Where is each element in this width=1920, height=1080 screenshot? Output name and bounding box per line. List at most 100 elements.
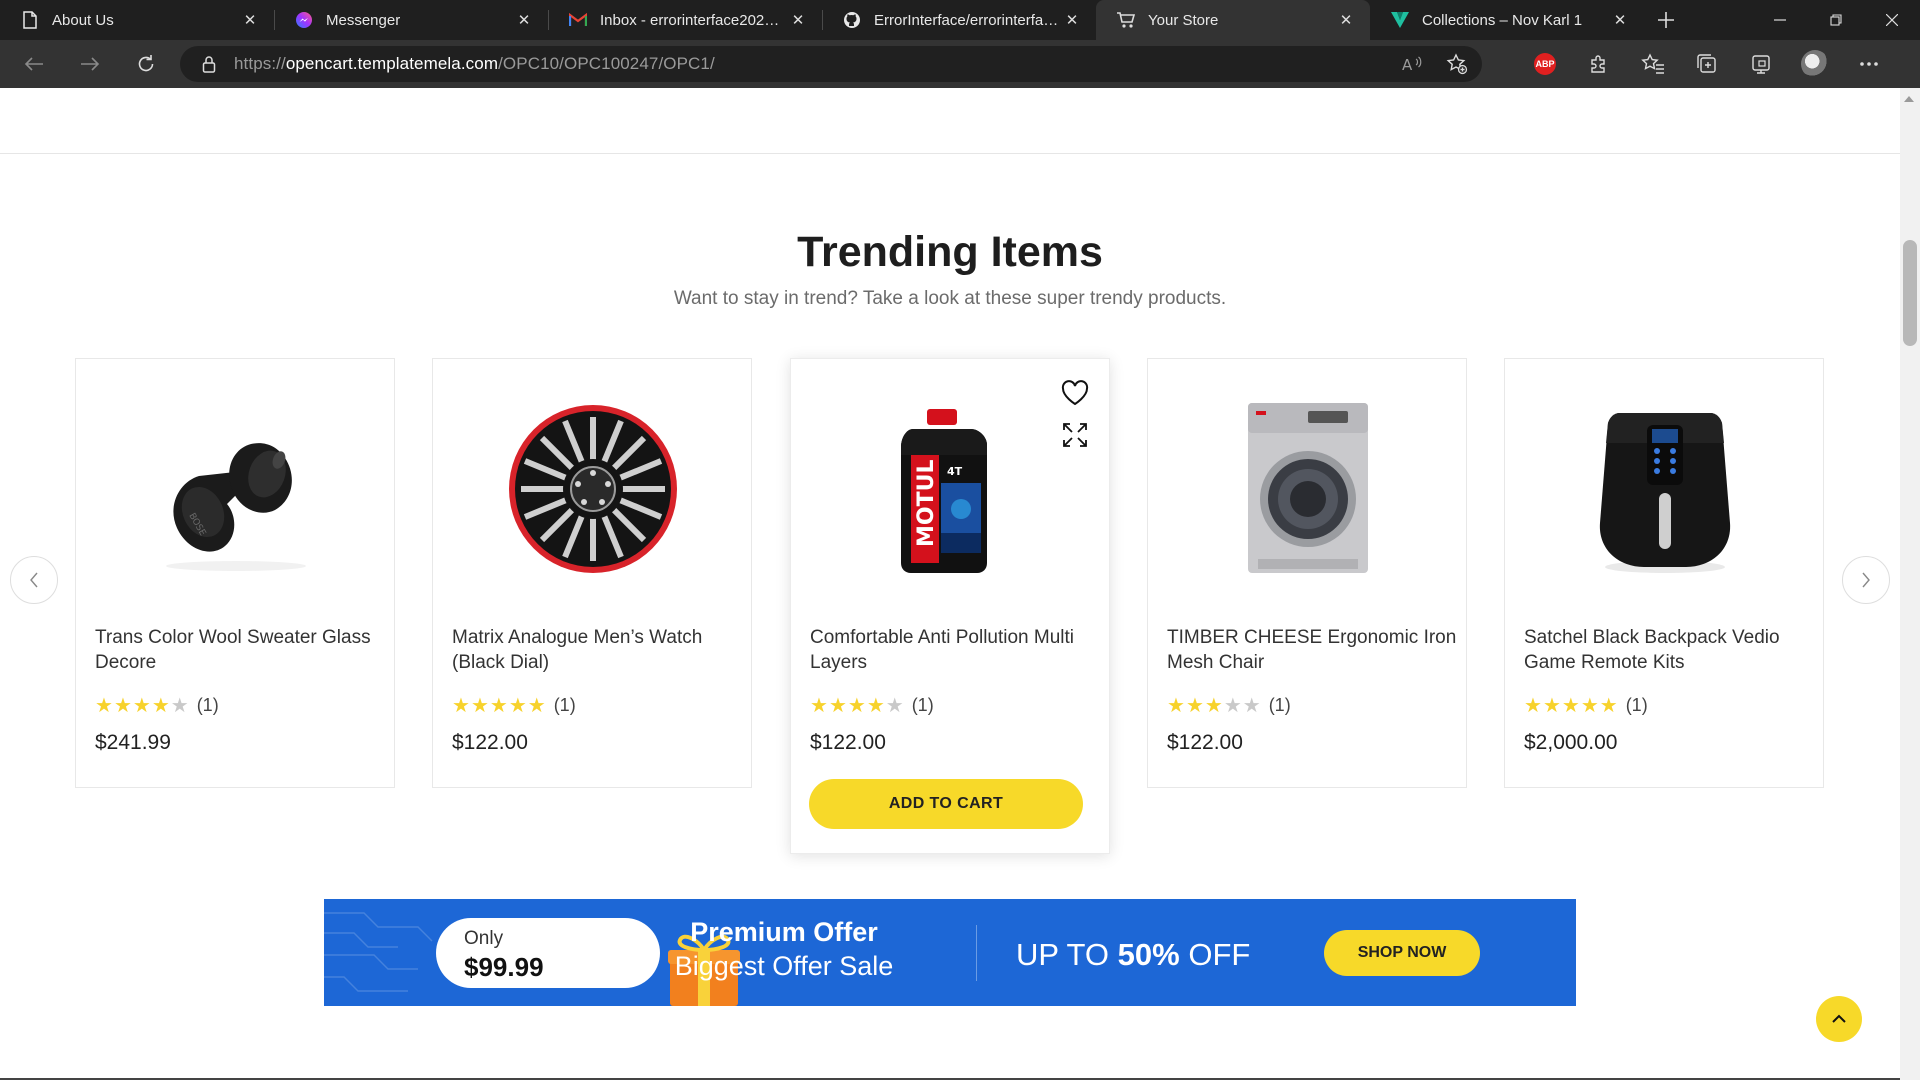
product-name[interactable]: Trans Color Wool Sweater Glass Decore xyxy=(95,625,385,675)
settings-menu-button[interactable] xyxy=(1842,40,1896,88)
close-icon[interactable]: ✕ xyxy=(1608,8,1632,32)
web-capture-icon xyxy=(1752,55,1770,74)
carousel-next-button[interactable] xyxy=(1842,556,1890,604)
star-filled-icon: ★ xyxy=(508,694,527,717)
favorites-button[interactable] xyxy=(1626,40,1680,88)
close-icon[interactable]: ✕ xyxy=(238,8,262,32)
collections-button[interactable] xyxy=(1680,40,1734,88)
toolbar-extensions: ABP xyxy=(1518,40,1896,88)
product-price: $241.99 xyxy=(95,731,171,754)
product-card[interactable]: BOSE Trans Color Wool Sweater Glass Deco… xyxy=(75,358,395,788)
review-count: (1) xyxy=(553,695,576,715)
tab-messenger[interactable]: Messenger ✕ xyxy=(274,0,548,40)
heart-icon[interactable] xyxy=(1059,377,1091,409)
carousel-prev-button[interactable] xyxy=(10,556,58,604)
close-icon[interactable]: ✕ xyxy=(1334,8,1358,32)
address-bar[interactable]: https://opencart.templatemela.com/OPC10/… xyxy=(180,46,1482,82)
star-empty-icon: ★ xyxy=(885,694,904,717)
extensions-button[interactable] xyxy=(1572,40,1626,88)
earbuds-image[interactable]: BOSE xyxy=(136,399,336,579)
back-button[interactable] xyxy=(14,44,54,84)
product-rating: ★ ★ ★ ★ ★ (1) xyxy=(1524,695,1648,716)
product-rating: ★ ★ ★ ★ ★ (1) xyxy=(1167,695,1291,716)
washing-machine-image[interactable] xyxy=(1208,399,1408,579)
review-count: (1) xyxy=(1268,695,1291,715)
close-icon[interactable]: ✕ xyxy=(1060,8,1084,32)
forward-button[interactable] xyxy=(70,44,110,84)
tab-title: Your Store xyxy=(1148,11,1219,29)
svg-text:4T: 4T xyxy=(947,465,963,478)
restore-icon xyxy=(1830,14,1842,26)
product-price: $2,000.00 xyxy=(1524,731,1618,754)
tab-title: Messenger xyxy=(326,11,401,29)
adblock-extension-button[interactable]: ABP xyxy=(1518,40,1572,88)
svg-text:A: A xyxy=(1402,56,1413,73)
minimize-icon xyxy=(1774,19,1786,21)
scrollbar-thumb[interactable] xyxy=(1903,240,1917,346)
price-pill: Only $99.99 xyxy=(436,918,740,1006)
product-price: $122.00 xyxy=(810,731,886,754)
shop-now-button[interactable]: SHOP NOW xyxy=(1324,930,1480,976)
chevron-left-icon xyxy=(30,572,38,588)
rating-stars: ★ ★ ★ ★ ★ xyxy=(452,696,546,716)
avatar xyxy=(1801,50,1829,78)
restore-button[interactable] xyxy=(1808,0,1864,40)
rating-stars: ★ ★ ★ ★ ★ xyxy=(95,696,189,716)
tab-your-store[interactable]: Your Store ✕ xyxy=(1096,0,1370,40)
expand-icon[interactable] xyxy=(1061,421,1089,449)
back-to-top-button[interactable] xyxy=(1816,996,1862,1042)
product-name[interactable]: Satchel Black Backpack Vedio Game Remote… xyxy=(1524,625,1814,675)
product-card[interactable]: Matrix Analogue Men’s Watch (Black Dial)… xyxy=(432,358,752,788)
screenshot-button[interactable] xyxy=(1734,40,1788,88)
lock-icon xyxy=(202,56,216,73)
tab-title: Collections – Nov Karl 1 xyxy=(1422,11,1583,29)
page-scrollbar[interactable] xyxy=(1900,88,1920,1080)
close-icon[interactable]: ✕ xyxy=(786,8,810,32)
star-filled-icon: ★ xyxy=(1542,694,1561,717)
favorites-icon xyxy=(1641,53,1664,74)
star-filled-icon: ★ xyxy=(847,694,866,717)
arrow-left-icon xyxy=(24,57,43,71)
rating-stars: ★ ★ ★ ★ ★ xyxy=(810,696,904,716)
minimize-button[interactable] xyxy=(1752,0,1808,40)
star-filled-icon: ★ xyxy=(95,694,113,717)
new-tab-button[interactable] xyxy=(1644,0,1688,40)
page-icon xyxy=(20,10,40,30)
tab-collections[interactable]: Collections – Nov Karl 1 ✕ xyxy=(1370,0,1644,40)
product-card[interactable]: TIMBER CHEESE Ergonomic Iron Mesh Chair … xyxy=(1147,358,1467,788)
add-to-cart-button[interactable]: ADD TO CART xyxy=(809,779,1083,829)
promo-banner[interactable]: Only $99.99 Premium Offer Biggest Offer … xyxy=(324,899,1576,1006)
close-window-button[interactable] xyxy=(1864,0,1920,40)
close-icon[interactable]: ✕ xyxy=(512,8,536,32)
chevron-up-icon xyxy=(1832,1014,1846,1023)
github-icon xyxy=(842,10,862,30)
adblock-icon: ABP xyxy=(1534,53,1556,75)
store-icon xyxy=(1116,10,1136,30)
window-controls xyxy=(1752,0,1920,40)
star-filled-icon: ★ xyxy=(1204,694,1223,717)
product-card[interactable]: Satchel Black Backpack Vedio Game Remote… xyxy=(1504,358,1824,788)
product-name[interactable]: Matrix Analogue Men’s Watch (Black Dial) xyxy=(452,625,742,675)
wheel-cover-image[interactable] xyxy=(493,399,693,579)
product-card[interactable]: MOTUL 4T Comfortable Anti Pollution Mult… xyxy=(790,358,1110,854)
product-name[interactable]: TIMBER CHEESE Ergonomic Iron Mesh Chair xyxy=(1167,625,1457,675)
tab-github[interactable]: ErrorInterface/errorinterface.github.io … xyxy=(822,0,1096,40)
puzzle-icon xyxy=(1591,55,1605,73)
reload-button[interactable] xyxy=(126,44,166,84)
motor-oil-image[interactable]: MOTUL 4T xyxy=(851,399,1051,579)
star-filled-icon: ★ xyxy=(828,694,847,717)
plus-icon xyxy=(1658,12,1674,28)
product-name[interactable]: Comfortable Anti Pollution Multi Layers xyxy=(810,625,1100,675)
tab-about-us[interactable]: About Us ✕ xyxy=(0,0,274,40)
read-aloud-icon[interactable]: A xyxy=(1402,55,1424,73)
url-host: opencart.templatemela.com xyxy=(285,54,499,73)
profile-button[interactable] xyxy=(1788,40,1842,88)
banner-divider xyxy=(976,925,977,981)
page-viewport: Trending Items Want to stay in trend? Ta… xyxy=(0,88,1900,1080)
air-fryer-image[interactable] xyxy=(1565,399,1765,579)
add-favorite-icon[interactable] xyxy=(1446,53,1468,75)
more-icon xyxy=(1860,62,1878,66)
scroll-up-arrow-icon[interactable] xyxy=(1904,96,1914,102)
tab-gmail[interactable]: Inbox - errorinterface2022@gmail.com ✕ xyxy=(548,0,822,40)
star-empty-icon: ★ xyxy=(170,694,189,717)
